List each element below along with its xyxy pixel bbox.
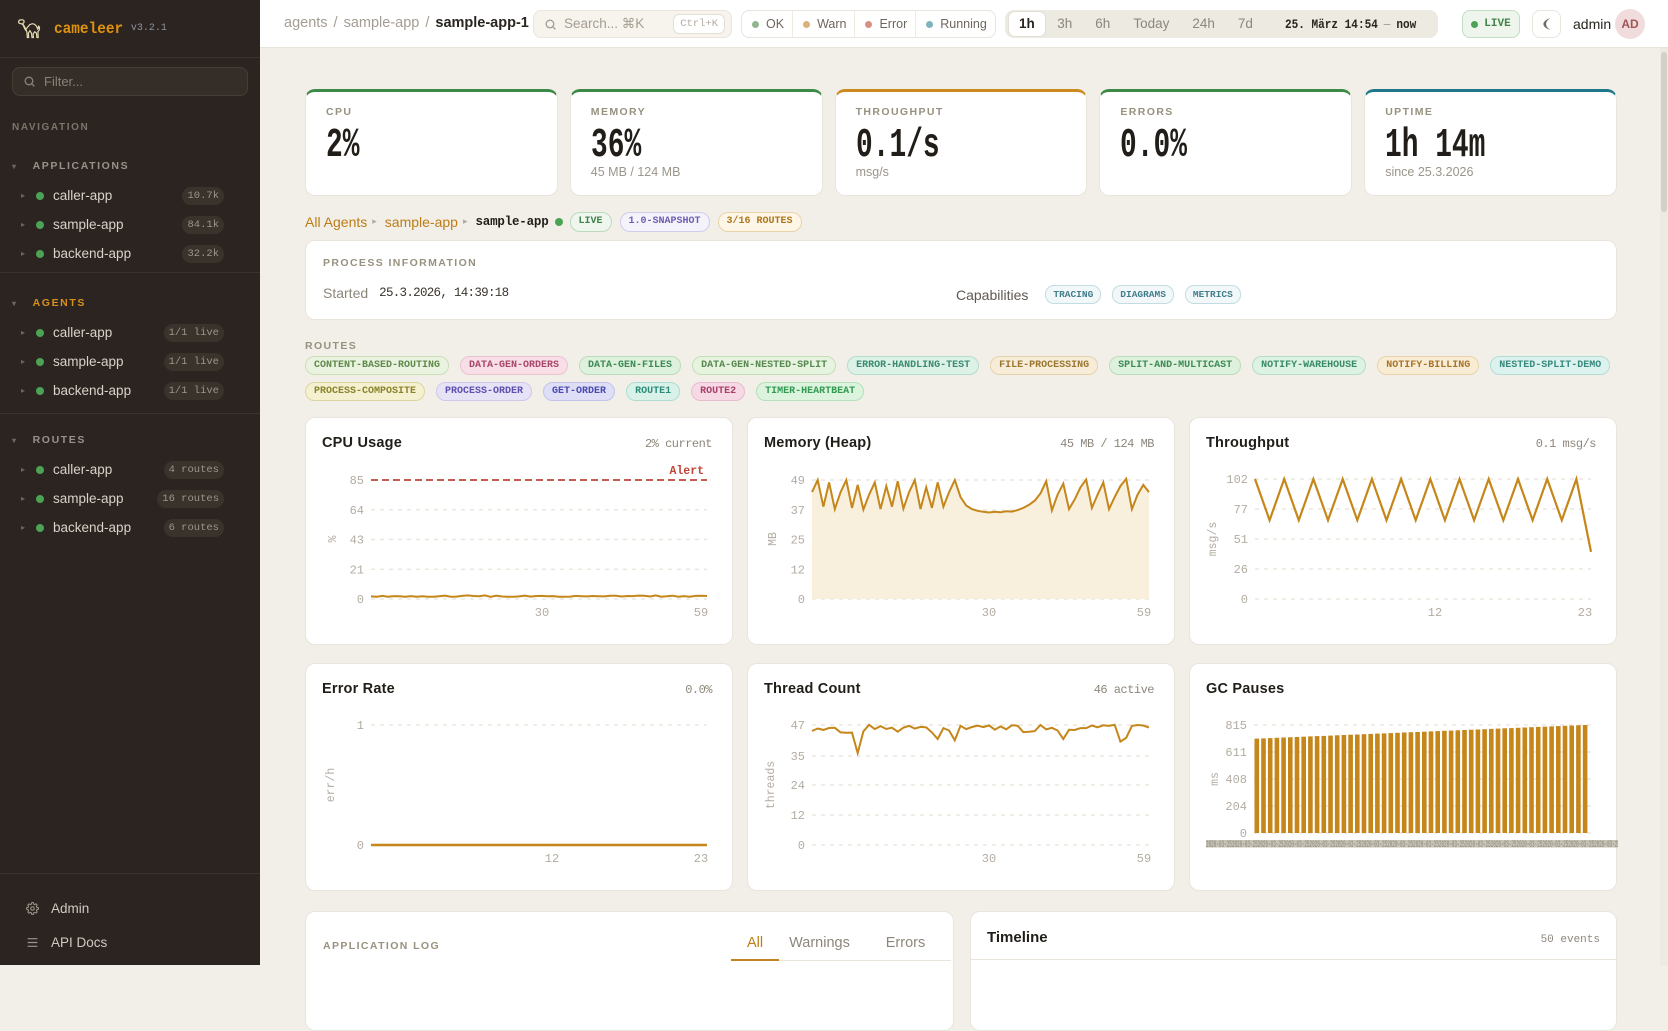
svg-text:Alert: Alert (669, 465, 704, 478)
svg-text:12: 12 (545, 852, 559, 866)
svg-text:85: 85 (350, 474, 364, 488)
svg-text:26: 26 (1234, 563, 1248, 577)
svg-text:12: 12 (791, 564, 805, 578)
svg-text:43: 43 (350, 534, 364, 548)
svg-text:815: 815 (1225, 719, 1247, 733)
svg-text:59: 59 (1137, 852, 1151, 866)
svg-text:102: 102 (1226, 473, 1248, 487)
svg-text:611: 611 (1225, 746, 1247, 760)
svg-text:24: 24 (791, 779, 805, 793)
svg-text:77: 77 (1234, 503, 1248, 517)
svg-text:49: 49 (791, 474, 805, 488)
svg-text:0: 0 (1241, 593, 1248, 607)
svg-text:25: 25 (791, 534, 805, 548)
svg-text:0: 0 (798, 839, 805, 853)
svg-text:1: 1 (357, 719, 364, 733)
svg-text:%: % (327, 535, 340, 542)
svg-text:59: 59 (694, 606, 708, 620)
svg-text:408: 408 (1225, 773, 1247, 787)
svg-text:err/h: err/h (325, 768, 338, 803)
svg-text:30: 30 (535, 606, 549, 620)
svg-text:23: 23 (1578, 606, 1592, 620)
svg-text:ms: ms (1209, 772, 1222, 786)
svg-text:47: 47 (791, 719, 805, 733)
svg-text:204: 204 (1225, 800, 1247, 814)
svg-text:12: 12 (1428, 606, 1442, 620)
svg-text:0: 0 (357, 839, 364, 853)
svg-text:37: 37 (791, 504, 805, 518)
svg-text:2020-03-252020-03-252020-03-25: 2020-03-252020-03-252020-03-252020-03-25… (1206, 839, 1618, 851)
svg-text:59: 59 (1137, 606, 1151, 620)
svg-text:0: 0 (357, 593, 364, 607)
svg-text:35: 35 (791, 750, 805, 764)
svg-text:23: 23 (694, 852, 708, 866)
svg-text:21: 21 (350, 563, 364, 577)
svg-text:30: 30 (982, 606, 996, 620)
svg-text:msg/s: msg/s (1207, 522, 1220, 557)
svg-text:51: 51 (1234, 533, 1248, 547)
svg-text:12: 12 (791, 809, 805, 823)
svg-text:30: 30 (982, 852, 996, 866)
svg-text:MB: MB (767, 532, 780, 546)
svg-text:64: 64 (350, 504, 364, 518)
svg-text:0: 0 (798, 593, 805, 607)
svg-text:threads: threads (765, 761, 778, 809)
